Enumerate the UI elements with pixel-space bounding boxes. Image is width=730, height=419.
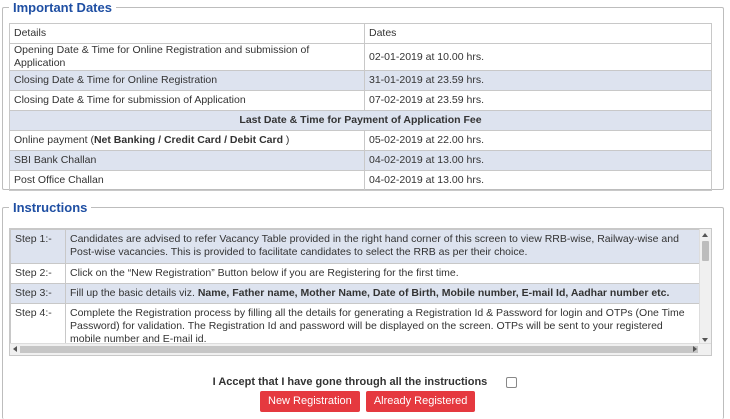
row-details: Closing Date & Time for Online Registrat… [9,70,365,91]
accept-row: I Accept that I have gone through all th… [0,376,730,388]
step-label: Step 2:- [10,263,66,284]
important-dates-table: Details Dates Opening Date & Time for On… [9,23,712,191]
horizontal-scrollbar[interactable] [10,343,711,355]
table-row: Opening Date & Time for Online Registrat… [9,43,712,71]
row-date: 04-02-2019 at 13.00 hrs. [364,170,712,191]
row-date: 02-01-2019 at 10.00 hrs. [364,43,712,71]
scroll-up-icon[interactable] [702,233,708,237]
step-text: Click on the “New Registration” Button b… [65,263,700,284]
new-registration-button[interactable]: New Registration [260,391,360,412]
step-label: Step 3:- [10,283,66,304]
step-text-bold: Name, Father name, Mother Name, Date of … [197,287,670,299]
row-details: Online payment (Net Banking / Credit Car… [9,130,365,151]
instructions-table: Step 1:- Candidates are advised to refer… [10,229,700,350]
table-row: Post Office Challan 04-02-2019 at 13.00 … [9,170,712,191]
important-dates-legend: Important Dates [13,0,112,15]
table-header-row: Details Dates [9,23,712,44]
accept-checkbox[interactable] [506,376,518,388]
list-item: Step 1:- Candidates are advised to refer… [10,229,700,264]
step-text: Candidates are advised to refer Vacancy … [65,229,700,264]
instructions-scroll-area[interactable]: Step 1:- Candidates are advised to refer… [9,228,712,356]
details-suffix: ) [283,134,290,146]
header-details: Details [9,23,365,44]
step-label: Step 1:- [10,229,66,264]
fee-section-title: Last Date & Time for Payment of Applicat… [9,110,712,131]
scroll-down-icon[interactable] [702,338,708,342]
fee-section-row: Last Date & Time for Payment of Applicat… [9,110,712,131]
instructions-legend: Instructions [13,200,88,215]
step-text: Fill up the basic details viz. Name, Fat… [65,283,700,304]
row-details: Post Office Challan [9,170,365,191]
accept-label: I Accept that I have gone through all th… [212,376,488,389]
row-details: SBI Bank Challan [9,150,365,171]
already-registered-button[interactable]: Already Registered [365,391,476,412]
details-bold: Net Banking / Credit Card / Debit Card [93,134,283,146]
list-item: Step 2:- Click on the “New Registration”… [10,263,700,284]
button-row: New Registration Already Registered [260,391,478,412]
row-details: Closing Date & Time for submission of Ap… [9,90,365,111]
row-date: 05-02-2019 at 22.00 hrs. [364,130,712,151]
details-prefix: Online payment ( [14,134,94,146]
scroll-left-icon[interactable] [13,346,17,352]
table-row: Closing Date & Time for Online Registrat… [9,70,712,91]
list-item: Step 3:- Fill up the basic details viz. … [10,283,700,304]
vertical-scrollbar[interactable] [699,229,711,345]
row-details: Opening Date & Time for Online Registrat… [9,43,365,71]
table-row: SBI Bank Challan 04-02-2019 at 13.00 hrs… [9,150,712,171]
row-date: 31-01-2019 at 23.59 hrs. [364,70,712,91]
header-dates: Dates [364,23,712,44]
row-date: 07-02-2019 at 23.59 hrs. [364,90,712,111]
row-date: 04-02-2019 at 13.00 hrs. [364,150,712,171]
step-text-prefix: Fill up the basic details viz. [70,287,198,299]
table-row: Online payment (Net Banking / Credit Car… [9,130,712,151]
scroll-right-icon[interactable] [693,346,697,352]
horizontal-scroll-thumb[interactable] [20,346,698,353]
table-row: Closing Date & Time for submission of Ap… [9,90,712,111]
vertical-scroll-thumb[interactable] [702,241,709,261]
